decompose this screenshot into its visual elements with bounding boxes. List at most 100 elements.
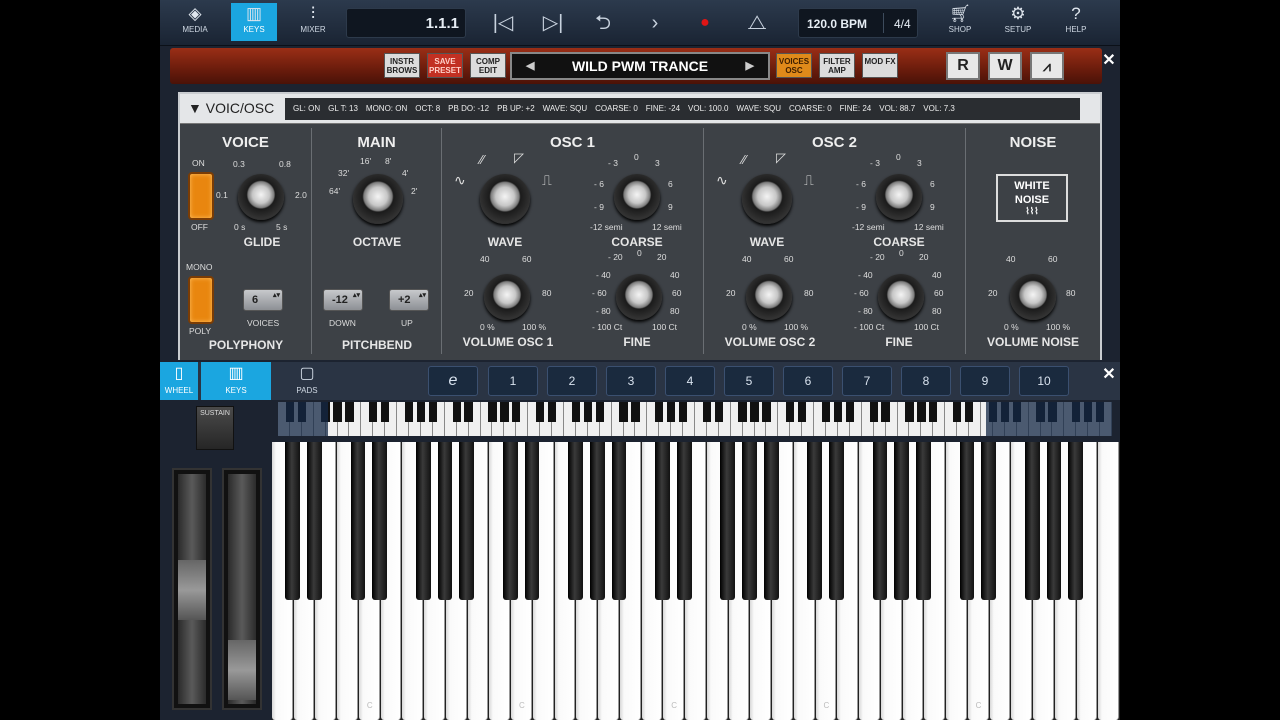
- tempo-display[interactable]: 120.0 BPM 4/4: [798, 8, 918, 38]
- media-button[interactable]: ◈ MEDIA: [176, 3, 214, 41]
- black-key[interactable]: [285, 442, 301, 600]
- octave-button-4[interactable]: 4: [665, 366, 715, 396]
- octave-button-10[interactable]: 10: [1019, 366, 1069, 396]
- octave-button-2[interactable]: 2: [547, 366, 597, 396]
- mixer-button[interactable]: ⫶ MIXER: [294, 3, 332, 41]
- octave-button-7[interactable]: 7: [842, 366, 892, 396]
- forward-icon[interactable]: ▷|: [538, 8, 568, 38]
- osc2-fine-20: 20: [919, 252, 929, 262]
- wheel-mode-button[interactable]: ▯ WHEEL: [160, 362, 198, 400]
- octave-button-3[interactable]: 3: [606, 366, 656, 396]
- black-key[interactable]: [1024, 442, 1040, 600]
- setup-button[interactable]: ⚙ SETUP: [1000, 3, 1036, 41]
- octave-label: OCTAVE: [352, 235, 402, 249]
- osc1-volume-knob[interactable]: [484, 274, 530, 320]
- black-key[interactable]: [676, 442, 692, 600]
- sustain-button[interactable]: SUSTAIN: [196, 406, 234, 450]
- rewind-icon[interactable]: |◁: [488, 8, 518, 38]
- scale-icon[interactable]: e: [428, 366, 478, 396]
- octave-knob[interactable]: [353, 174, 403, 224]
- black-key[interactable]: [437, 442, 453, 600]
- keys-button[interactable]: ▥ KEYS: [231, 3, 277, 41]
- black-key[interactable]: [1068, 442, 1084, 600]
- help-button[interactable]: ? HELP: [1058, 3, 1094, 41]
- r-button[interactable]: R: [946, 52, 980, 80]
- close-keyboard-icon[interactable]: ✕: [1098, 364, 1120, 386]
- octave-button-5[interactable]: 5: [724, 366, 774, 396]
- white-key[interactable]: [1098, 442, 1119, 720]
- w-button[interactable]: W: [988, 52, 1022, 80]
- pads-mode-button[interactable]: ▢ PADS: [288, 362, 326, 400]
- metronome-icon[interactable]: ⧍: [742, 8, 772, 38]
- osc2-wave-knob[interactable]: [742, 174, 792, 224]
- noise-volume-knob[interactable]: [1010, 274, 1056, 320]
- record-icon[interactable]: ●: [690, 8, 720, 38]
- comp-edit-button[interactable]: COMP EDIT: [470, 53, 506, 78]
- black-key[interactable]: [524, 442, 540, 600]
- osc2-coarse-knob[interactable]: [876, 174, 922, 220]
- triangle-wave-icon: ⁄⁄: [742, 152, 747, 167]
- mod-fx-tab[interactable]: MOD FX: [862, 53, 898, 78]
- voices-osc-tab[interactable]: VOICES OSC: [776, 53, 812, 78]
- polyphony-toggle[interactable]: [188, 276, 214, 324]
- black-key[interactable]: [872, 442, 888, 600]
- keyboard-overview[interactable]: [278, 402, 1112, 436]
- loop-icon[interactable]: ⮌: [588, 8, 618, 38]
- osc2-volume-knob[interactable]: [746, 274, 792, 320]
- voices-spinner[interactable]: 6: [243, 289, 283, 311]
- shop-button[interactable]: 🛒︎ SHOP: [942, 3, 978, 41]
- black-key[interactable]: [720, 442, 736, 600]
- black-key[interactable]: [742, 442, 757, 600]
- glide-toggle[interactable]: [188, 172, 214, 220]
- black-key[interactable]: [763, 442, 779, 600]
- black-key[interactable]: [1046, 442, 1062, 600]
- close-instrument-icon[interactable]: ✕: [1098, 50, 1120, 72]
- routing-icon[interactable]: ⩘: [1030, 52, 1064, 80]
- black-key[interactable]: [655, 442, 670, 600]
- pitchbend-up-spinner[interactable]: +2: [389, 289, 429, 311]
- black-key[interactable]: [307, 442, 322, 600]
- mod-wheel[interactable]: [222, 468, 262, 710]
- prev-preset-icon[interactable]: ◀: [526, 54, 534, 78]
- instr-brows-button[interactable]: INSTR BROWS: [384, 53, 420, 78]
- black-key[interactable]: [350, 442, 366, 600]
- pitchbend-down-spinner[interactable]: -12: [323, 289, 363, 311]
- next-preset-icon[interactable]: ▶: [746, 54, 754, 78]
- osc1-wave-knob[interactable]: [480, 174, 530, 224]
- octave-button-1[interactable]: 1: [488, 366, 538, 396]
- osc2-fine-m20: - 20: [870, 252, 885, 262]
- black-key[interactable]: [459, 442, 475, 600]
- osc1-fine-knob[interactable]: [616, 274, 662, 320]
- glide-knob[interactable]: [238, 174, 284, 220]
- osc2-fine-knob[interactable]: [878, 274, 924, 320]
- black-key[interactable]: [372, 442, 388, 600]
- black-key[interactable]: [981, 442, 997, 600]
- black-key[interactable]: [502, 442, 518, 600]
- black-key[interactable]: [807, 442, 823, 600]
- black-key[interactable]: [611, 442, 627, 600]
- octave-button-8[interactable]: 8: [901, 366, 951, 396]
- noise-type-box[interactable]: WHITE NOISE ⌇⌇⌇: [996, 174, 1068, 222]
- filter-amp-tab[interactable]: FILTER AMP: [819, 53, 855, 78]
- black-key[interactable]: [959, 442, 975, 600]
- octave-button-9[interactable]: 9: [960, 366, 1010, 396]
- play-icon[interactable]: ›: [640, 8, 670, 38]
- black-key[interactable]: [568, 442, 583, 600]
- preset-selector[interactable]: ◀ WILD PWM TRANCE ▶: [510, 52, 770, 80]
- divider: [883, 13, 884, 33]
- black-key[interactable]: [415, 442, 431, 600]
- black-key[interactable]: [829, 442, 844, 600]
- synth-panel: ▼ VOIC/OSC GL: ON GL T: 13 MONO: ON OCT: 8 P…: [178, 92, 1102, 360]
- sine-wave-icon: ∿: [454, 172, 466, 188]
- pitch-wheel[interactable]: [172, 468, 212, 710]
- keys-mode-button[interactable]: ▥ KEYS: [201, 362, 271, 400]
- overview-black-key: [833, 402, 843, 422]
- octave-button-6[interactable]: 6: [783, 366, 833, 396]
- black-key[interactable]: [894, 442, 910, 600]
- position-display[interactable]: 1.1.1: [346, 8, 466, 38]
- black-key[interactable]: [589, 442, 605, 600]
- osc1-coarse-knob[interactable]: [614, 174, 660, 220]
- panel-title[interactable]: ▼ VOIC/OSC: [188, 100, 274, 116]
- black-key[interactable]: [916, 442, 931, 600]
- save-preset-button[interactable]: SAVE PRESET: [427, 53, 463, 78]
